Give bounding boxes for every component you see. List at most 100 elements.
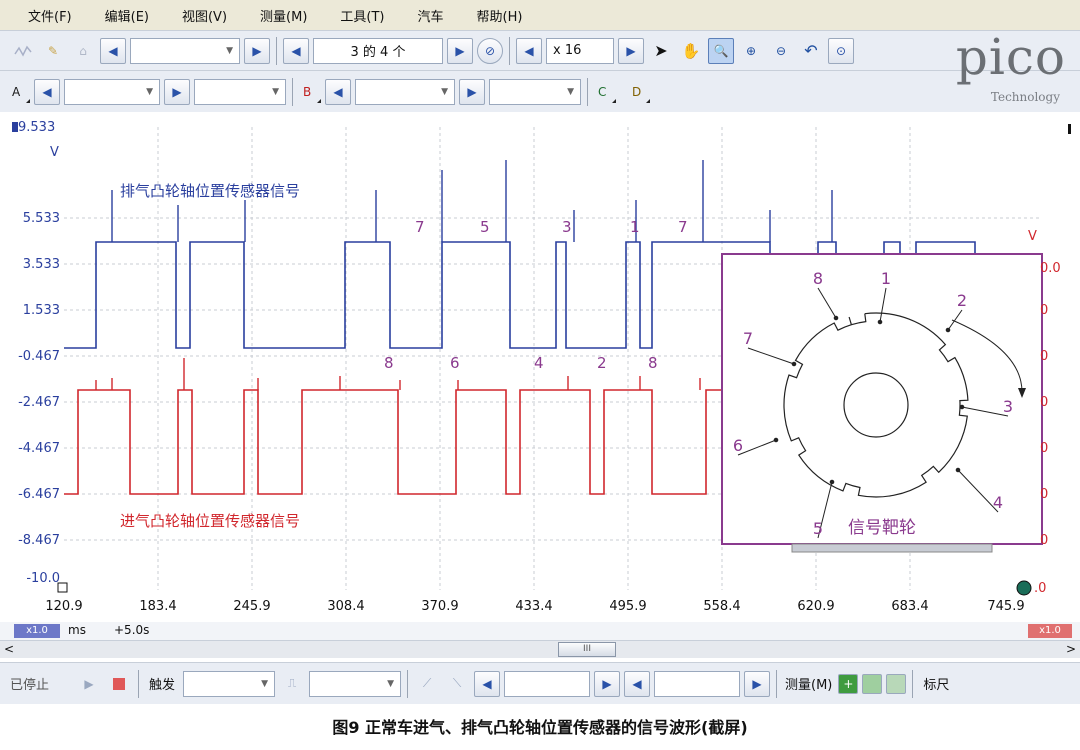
trigger-prev-button[interactable]: ◀ xyxy=(474,670,501,697)
zoom-next-button[interactable]: ▶ xyxy=(618,37,644,64)
right-tick-label: 0 xyxy=(1040,533,1048,548)
menu-measure[interactable]: 测量(M) xyxy=(260,6,307,25)
channel-a-coupling-select[interactable]: ▼ xyxy=(194,78,286,105)
menu-automotive[interactable]: 汽车 xyxy=(418,6,444,25)
trigger-source-select[interactable]: ▼ xyxy=(309,670,402,697)
pretrigger-next-button[interactable]: ▶ xyxy=(744,670,771,697)
add-measurement-icon[interactable]: + xyxy=(838,673,859,694)
hand-icon[interactable]: ✋ xyxy=(678,38,704,64)
inset-shadow-bar xyxy=(791,543,993,553)
channel-a-prev-button[interactable]: ◀ xyxy=(34,78,60,105)
tooth-label-bottom: 4 xyxy=(534,354,544,372)
run-status: 已停止 xyxy=(10,678,50,693)
y-tick-label: 3.533 xyxy=(23,257,60,272)
rising-edge-icon[interactable]: ⟋ xyxy=(414,671,440,697)
right-tick-label: 0.0 xyxy=(1040,261,1061,276)
y-tick-label: 5.533 xyxy=(23,211,60,226)
horizontal-scrollbar[interactable]: < III > xyxy=(0,640,1080,658)
tooth-number: 4 xyxy=(993,493,1003,512)
scroll-left-icon[interactable]: < xyxy=(4,642,14,656)
tooth-label-top: 1 xyxy=(630,218,640,236)
x-tick-label: 183.4 xyxy=(139,599,176,614)
time-unit-label: ms xyxy=(68,623,86,637)
tooth-number: 1 xyxy=(881,269,891,288)
figure-caption: 图9 正常车进气、排气凸轮轴位置传感器的信号波形(截屏) xyxy=(332,718,748,737)
menu-bar: 文件(F) 编辑(E) 视图(V) 测量(M) 工具(T) 汽车 帮助(H) xyxy=(0,0,1080,30)
tooth-leader-dot xyxy=(833,315,839,321)
right-tick-label: 0 xyxy=(1040,441,1048,456)
timebase-offset: +5.0s xyxy=(114,623,150,637)
logo-brand: pico xyxy=(955,28,1066,86)
zoom-out-icon[interactable]: ⊖ xyxy=(768,38,794,64)
zoom-level[interactable]: x 16 xyxy=(546,37,614,64)
menu-edit[interactable]: 编辑(E) xyxy=(105,6,149,25)
x-tick-label: 433.4 xyxy=(515,599,552,614)
zoom-in-icon[interactable]: ⊕ xyxy=(738,38,764,64)
undo-zoom-icon[interactable]: ↶ xyxy=(798,38,824,64)
compass-icon[interactable]: ⊘ xyxy=(477,37,503,64)
channel-a-next-button[interactable]: ▶ xyxy=(164,78,190,105)
channel-c-label[interactable]: C xyxy=(598,85,616,103)
menu-tools[interactable]: 工具(T) xyxy=(340,6,384,25)
trigger-edge-icon[interactable]: ⎍ xyxy=(279,671,305,697)
zoom-factor-badge-left[interactable]: x1.0 xyxy=(14,624,60,638)
start-icon[interactable]: ▶ xyxy=(76,671,102,697)
trigger-marker[interactable] xyxy=(57,582,68,593)
measure-label[interactable]: 测量(M) xyxy=(785,674,832,693)
channel-a-range-select[interactable]: ▼ xyxy=(64,78,160,105)
falling-edge-icon[interactable]: ⟍ xyxy=(444,671,470,697)
trigger-level-field[interactable] xyxy=(504,670,591,697)
prev-waveform-button[interactable]: ◀ xyxy=(100,37,126,64)
channel-a-marker[interactable] xyxy=(12,122,18,132)
scroll-thumb[interactable]: III xyxy=(558,642,616,657)
pointer-icon[interactable]: ➤ xyxy=(648,38,674,64)
toolbar-divider xyxy=(587,77,588,106)
trigger-mode-select[interactable]: ▼ xyxy=(183,670,276,697)
zoom-select-icon[interactable]: 🔍 xyxy=(708,37,734,64)
tooth-leader-dot xyxy=(945,327,951,333)
scope-plot-area[interactable]: 9.533 5.533 3.533 1.533 -0.467 -2.467 -4.467 -6… xyxy=(0,112,1080,622)
zoom-prev-button[interactable]: ◀ xyxy=(516,37,542,64)
trigger-next-button[interactable]: ▶ xyxy=(594,670,621,697)
ruler-label[interactable]: 标尺 xyxy=(923,674,949,693)
zoom-factor-badge-right[interactable]: x1.0 xyxy=(1028,624,1072,638)
waveform-select[interactable]: ▼ xyxy=(130,37,240,64)
x-tick-label: 370.9 xyxy=(421,599,458,614)
probe-icon[interactable]: ✎ xyxy=(40,38,66,64)
home-icon[interactable]: ⌂ xyxy=(70,38,96,64)
pretrigger-field[interactable] xyxy=(654,670,741,697)
menu-view[interactable]: 视图(V) xyxy=(182,6,227,25)
menu-help[interactable]: 帮助(H) xyxy=(477,6,523,25)
channel-toolbar: A ◀ ▼ ▶ ▼ B ◀ ▼ ▶ ▼ C D xyxy=(0,70,1080,112)
right-tick-label: 0 xyxy=(1040,303,1048,318)
channel-a-label[interactable]: A xyxy=(12,85,30,103)
channel-b-prev-button[interactable]: ◀ xyxy=(325,78,351,105)
toolbar-divider xyxy=(276,36,277,65)
y-tick-label: -2.467 xyxy=(18,395,60,410)
waveform-icon[interactable] xyxy=(10,38,36,64)
channel-b-next-button[interactable]: ▶ xyxy=(459,78,485,105)
tooth-number: 6 xyxy=(733,436,743,455)
next-buffer-button[interactable]: ▶ xyxy=(447,37,473,64)
exhaust-signal-label: 排气凸轮轴位置传感器信号 xyxy=(120,182,300,200)
channel-b-range-select[interactable]: ▼ xyxy=(355,78,455,105)
zoom-fit-icon[interactable]: ⊙ xyxy=(828,37,854,64)
prev-buffer-button[interactable]: ◀ xyxy=(283,37,309,64)
pretrigger-prev-button[interactable]: ◀ xyxy=(624,670,651,697)
next-waveform-button[interactable]: ▶ xyxy=(244,37,270,64)
buffer-indicator[interactable]: 3 的 4 个 xyxy=(313,37,443,64)
toolbar-divider xyxy=(912,669,914,698)
stop-icon[interactable] xyxy=(106,671,132,697)
tooth-leader-dot xyxy=(955,467,961,473)
edit-measurement-icon[interactable] xyxy=(886,673,907,694)
tooth-number: 3 xyxy=(1003,397,1013,416)
channel-b-zero-marker[interactable] xyxy=(1016,580,1032,596)
channel-b-label[interactable]: B xyxy=(303,85,321,103)
remove-measurement-icon[interactable] xyxy=(862,673,883,694)
channel-b-coupling-select[interactable]: ▼ xyxy=(489,78,581,105)
intake-cam-waveform xyxy=(64,389,722,495)
x-tick-label: 308.4 xyxy=(327,599,364,614)
channel-d-label[interactable]: D xyxy=(632,85,650,103)
menu-file[interactable]: 文件(F) xyxy=(28,6,72,25)
scroll-right-icon[interactable]: > xyxy=(1066,642,1076,656)
